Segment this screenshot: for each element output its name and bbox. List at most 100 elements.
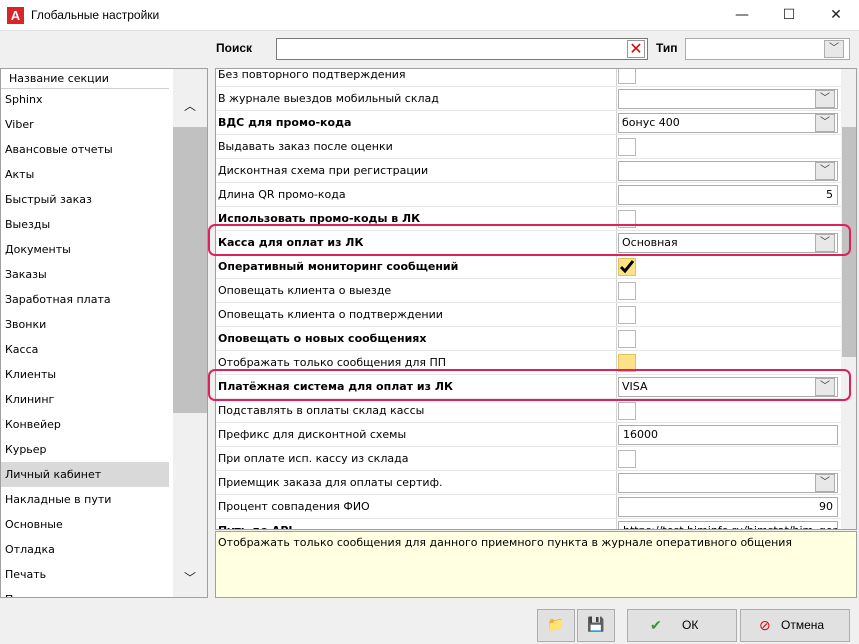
cancel-button-label: Отмена <box>781 618 825 632</box>
section-item[interactable]: Авансовые отчеты <box>1 137 169 162</box>
section-item[interactable]: Клиенты <box>1 362 169 387</box>
section-item[interactable]: Касса <box>1 337 169 362</box>
ok-button-label: ОК <box>682 618 699 632</box>
setting-select[interactable]: ﹀ <box>618 89 838 109</box>
setting-checkbox[interactable] <box>618 402 636 420</box>
setting-name: Дисконтная схема при регистрации <box>218 164 429 177</box>
setting-row[interactable]: В журнале выездов мобильный склад ﹀ <box>216 87 841 111</box>
section-item[interactable]: Быстрый заказ <box>1 187 169 212</box>
setting-row[interactable]: Оповещать о новых сообщениях <box>216 327 841 351</box>
setting-checkbox[interactable] <box>618 138 636 156</box>
setting-name: Без повторного подтверждения <box>218 68 406 81</box>
section-item[interactable]: Личный кабинет <box>1 462 169 487</box>
save-icon[interactable]: 💾 <box>577 609 615 642</box>
setting-name: Оповещать клиента о подтверждении <box>218 308 443 321</box>
app-icon: A <box>7 7 24 24</box>
section-item[interactable]: Клининг <box>1 387 169 412</box>
cancel-icon: ⊘ <box>759 617 771 633</box>
scroll-down-icon[interactable]: ﹀ <box>173 569 207 593</box>
section-item[interactable]: Конвейер <box>1 412 169 437</box>
setting-description: Отображать только сообщения для данного … <box>215 531 857 598</box>
setting-checkbox[interactable] <box>618 306 636 324</box>
setting-checkbox[interactable] <box>618 69 636 84</box>
section-item[interactable]: Курьер <box>1 437 169 462</box>
setting-input[interactable]: 90 <box>618 497 838 517</box>
section-item[interactable]: Прочие <box>1 587 169 597</box>
setting-row[interactable]: При оплате исп. кассу из склада <box>216 447 841 471</box>
search-input[interactable] <box>276 38 648 60</box>
setting-row[interactable]: Оповещать клиента о выезде <box>216 279 841 303</box>
setting-name: Префикс для дисконтной схемы <box>218 428 407 441</box>
section-list-header: Название секции <box>1 69 169 89</box>
scroll-up-icon[interactable]: ︿ <box>173 97 207 121</box>
setting-name: Выдавать заказ после оценки <box>218 140 393 153</box>
section-item[interactable]: Заказы <box>1 262 169 287</box>
checkmark-icon <box>619 260 635 274</box>
clear-search-icon[interactable]: ✕ <box>627 40 645 58</box>
minimize-button[interactable]: — <box>719 0 765 31</box>
setting-checkbox[interactable] <box>618 282 636 300</box>
section-item[interactable]: Viber <box>1 112 169 137</box>
setting-input[interactable]: https://test.himinfo.ru/himstat/him_gene… <box>618 521 838 529</box>
section-item[interactable]: Основные <box>1 512 169 537</box>
section-list-scrollbar[interactable]: ︿ ﹀ <box>173 69 207 597</box>
setting-name: В журнале выездов мобильный склад <box>218 92 439 105</box>
setting-select[interactable]: ﹀ <box>618 161 838 181</box>
window-title: Глобальные настройки <box>31 8 160 22</box>
setting-row[interactable]: Без повторного подтверждения <box>216 68 841 87</box>
setting-row[interactable]: ВДС для промо-кода бонус 400 ﹀ <box>216 111 841 135</box>
setting-input[interactable]: 5 <box>618 185 838 205</box>
chevron-down-icon[interactable]: ﹀ <box>815 90 835 108</box>
maximize-button[interactable]: ☐ <box>766 0 812 31</box>
setting-name: Путь до API <box>218 524 292 529</box>
setting-row[interactable]: Оперативный мониторинг сообщений <box>216 255 841 279</box>
setting-input[interactable]: 16000 <box>618 425 838 445</box>
setting-checkbox[interactable] <box>618 330 636 348</box>
setting-row[interactable]: Префикс для дисконтной схемы 16000 <box>216 423 841 447</box>
cancel-button[interactable]: ⊘ Отмена <box>740 609 850 642</box>
setting-row[interactable]: Оповещать клиента о подтверждении <box>216 303 841 327</box>
setting-name: Подставлять в оплаты склад кассы <box>218 404 425 417</box>
setting-row[interactable]: Процент совпадения ФИО 90 <box>216 495 841 519</box>
setting-row[interactable]: Подставлять в оплаты склад кассы <box>216 399 841 423</box>
setting-row[interactable]: Выдавать заказ после оценки <box>216 135 841 159</box>
setting-select-value: бонус 400 <box>622 116 680 129</box>
setting-row[interactable]: Дисконтная схема при регистрации ﹀ <box>216 159 841 183</box>
section-item[interactable]: Акты <box>1 162 169 187</box>
section-item[interactable]: Звонки <box>1 312 169 337</box>
section-item[interactable]: Заработная плата <box>1 287 169 312</box>
section-list: Sphinx Viber Авансовые отчеты Акты Быстрый з… <box>1 87 169 597</box>
type-select[interactable]: ﹀ <box>685 38 850 60</box>
section-item[interactable]: Печать <box>1 562 169 587</box>
setting-name: Процент совпадения ФИО <box>218 500 370 513</box>
close-button[interactable]: ✕ <box>813 0 859 31</box>
section-item[interactable]: Накладные в пути <box>1 487 169 512</box>
section-item[interactable]: Выезды <box>1 212 169 237</box>
setting-name: При оплате исп. кассу из склада <box>218 452 409 465</box>
setting-row[interactable]: Путь до API https://test.himinfo.ru/himst… <box>216 519 841 529</box>
title-bar: A Глобальные настройки — ☐ ✕ <box>0 0 859 31</box>
section-item[interactable]: Документы <box>1 237 169 262</box>
search-label: Поиск <box>216 41 253 55</box>
type-label: Тип <box>656 41 678 55</box>
setting-name: Приемщик заказа для оплаты сертиф. <box>218 476 443 489</box>
setting-checkbox[interactable] <box>618 450 636 468</box>
chevron-down-icon[interactable]: ﹀ <box>815 474 835 492</box>
section-item[interactable]: Отладка <box>1 537 169 562</box>
folder-icon[interactable]: 📁 <box>537 609 575 642</box>
setting-name: Оповещать клиента о выезде <box>218 284 392 297</box>
chevron-down-icon[interactable]: ﹀ <box>815 162 835 180</box>
setting-select[interactable]: бонус 400 ﹀ <box>618 113 838 133</box>
settings-scrollbar[interactable] <box>841 69 856 529</box>
ok-button[interactable]: ✔ ОК <box>627 609 737 642</box>
chevron-down-icon[interactable]: ﹀ <box>824 40 844 58</box>
setting-name: Оперативный мониторинг сообщений <box>218 260 459 273</box>
chevron-down-icon[interactable]: ﹀ <box>815 114 835 132</box>
setting-row[interactable]: Приемщик заказа для оплаты сертиф. ﹀ <box>216 471 841 495</box>
scrollbar-thumb[interactable] <box>173 127 207 413</box>
section-item[interactable]: Sphinx <box>1 87 169 112</box>
setting-select[interactable]: ﹀ <box>618 473 838 493</box>
setting-row[interactable]: Длина QR промо-кода 5 <box>216 183 841 207</box>
settings-grid: Без повторного подтверждения В журнале вы… <box>215 68 857 530</box>
setting-checkbox[interactable] <box>618 258 636 276</box>
